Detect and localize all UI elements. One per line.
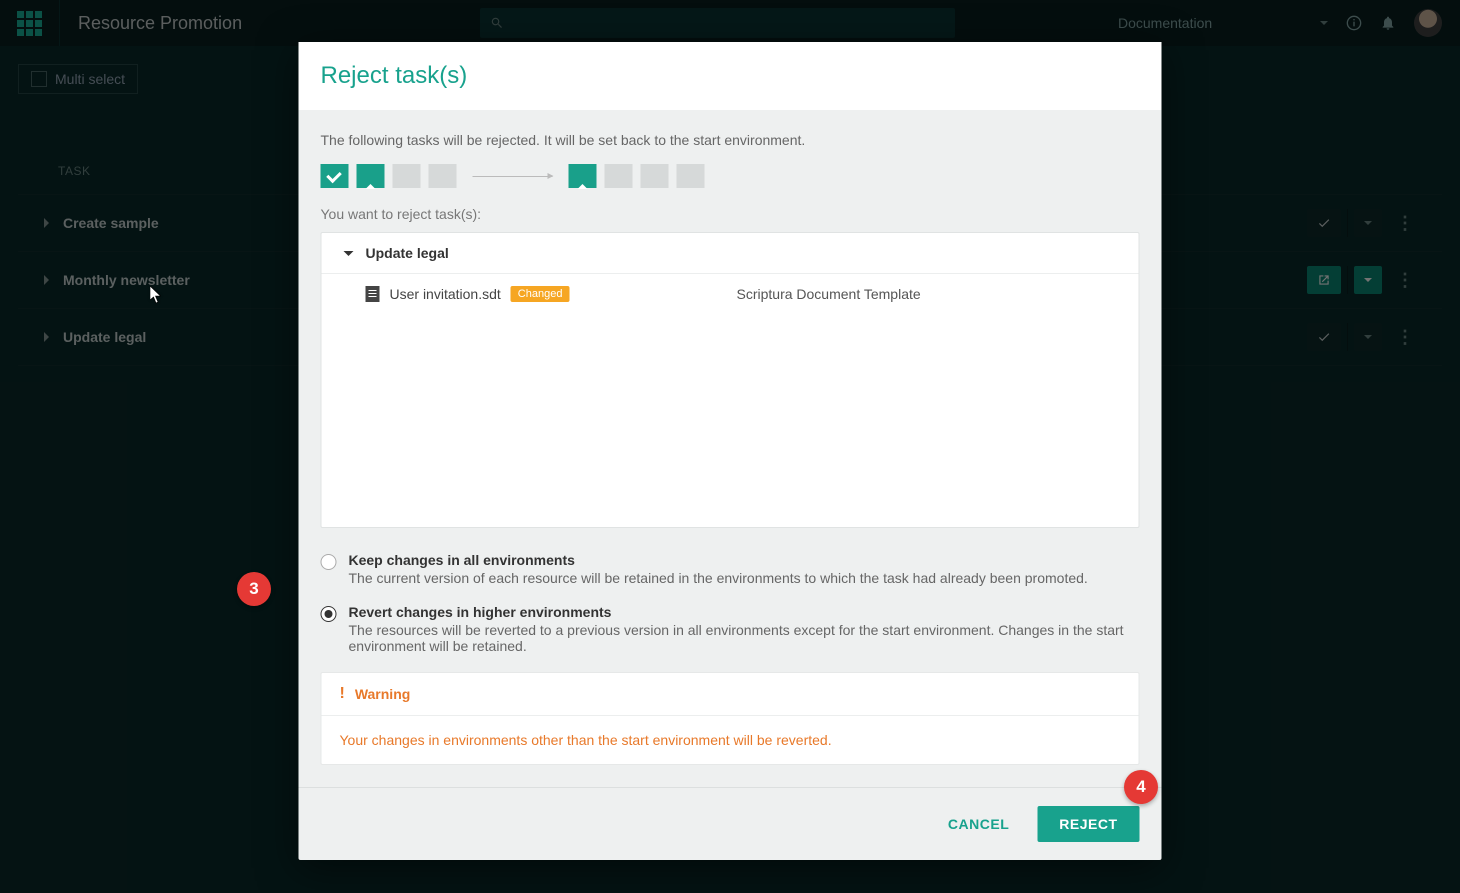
modal-title: Reject task(s) xyxy=(321,62,1140,90)
status-badge: Changed xyxy=(511,286,570,302)
warning-icon: ! xyxy=(340,685,345,703)
env-box-checked xyxy=(321,164,349,188)
file-type: Scriptura Document Template xyxy=(737,286,1117,302)
warning-header: ! Warning xyxy=(322,673,1139,716)
environment-flow xyxy=(321,164,1140,188)
reject-button[interactable]: REJECT xyxy=(1037,806,1139,842)
annotation-4: 4 xyxy=(1124,770,1158,804)
radio-checked[interactable] xyxy=(321,606,337,622)
modal-header: Reject task(s) xyxy=(299,42,1162,110)
warning-body: Your changes in environments other than … xyxy=(322,716,1139,764)
option-keep-changes[interactable]: Keep changes in all environments The cur… xyxy=(321,552,1140,586)
task-file-row: User invitation.sdt Changed Scriptura Do… xyxy=(322,274,1139,314)
option-label: Keep changes in all environments xyxy=(349,552,1088,568)
file-name: User invitation.sdt xyxy=(390,286,501,302)
task-group-header[interactable]: Update legal xyxy=(322,233,1139,274)
arrow-icon xyxy=(473,176,553,177)
env-box xyxy=(393,164,421,188)
warning-title: Warning xyxy=(355,686,410,702)
warning-box: ! Warning Your changes in environments o… xyxy=(321,672,1140,765)
modal-body: The following tasks will be rejected. It… xyxy=(299,110,1162,787)
document-icon xyxy=(366,286,380,302)
caret-down-icon xyxy=(344,251,354,256)
task-panel: Update legal User invitation.sdt Changed… xyxy=(321,232,1140,528)
task-group-name: Update legal xyxy=(366,245,449,261)
annotation-3: 3 xyxy=(237,572,271,606)
reject-options: Keep changes in all environments The cur… xyxy=(321,552,1140,654)
env-box xyxy=(641,164,669,188)
radio-unchecked[interactable] xyxy=(321,554,337,570)
env-box xyxy=(429,164,457,188)
cancel-button[interactable]: CANCEL xyxy=(948,816,1009,832)
modal-description: The following tasks will be rejected. It… xyxy=(321,132,1140,148)
env-box-current xyxy=(357,164,385,188)
option-label: Revert changes in higher environments xyxy=(349,604,1140,620)
env-box-target xyxy=(569,164,597,188)
modal-footer: CANCEL REJECT xyxy=(299,787,1162,860)
env-box xyxy=(605,164,633,188)
env-box xyxy=(677,164,705,188)
option-text: The current version of each resource wil… xyxy=(349,570,1088,586)
option-text: The resources will be reverted to a prev… xyxy=(349,622,1140,654)
modal-subdescription: You want to reject task(s): xyxy=(321,206,1140,222)
reject-modal: Reject task(s) The following tasks will … xyxy=(299,42,1162,860)
option-revert-changes[interactable]: Revert changes in higher environments Th… xyxy=(321,604,1140,654)
